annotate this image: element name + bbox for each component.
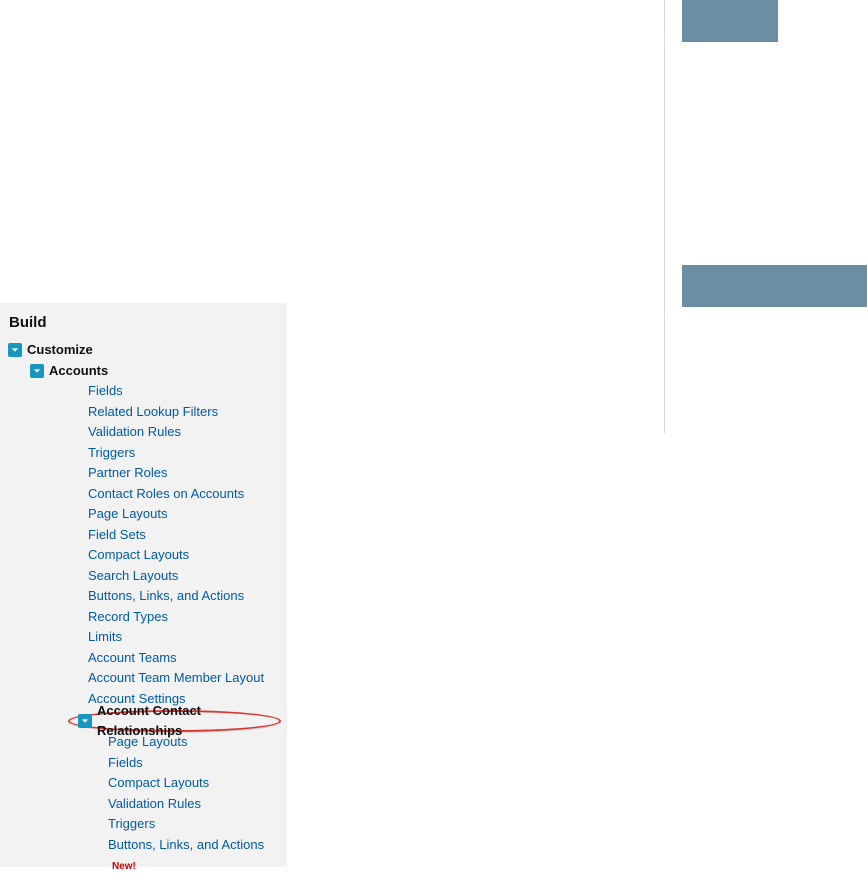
- right-panel-header-block: [682, 0, 778, 42]
- chevron-down-icon: [30, 364, 44, 378]
- nav-link-validation-rules[interactable]: Validation Rules: [88, 424, 181, 439]
- nav-link-page-layouts[interactable]: Page Layouts: [88, 506, 168, 521]
- nav-link-related-lookup-filters[interactable]: Related Lookup Filters: [88, 404, 218, 419]
- tree-label: Customize: [27, 340, 93, 361]
- chevron-down-icon: [78, 714, 92, 728]
- tree-node-accounts[interactable]: Accounts: [30, 361, 281, 382]
- section-title-build: Build: [9, 314, 281, 331]
- nav-link-compact-layouts[interactable]: Compact Layouts: [88, 547, 189, 562]
- nav-link-acr-fields[interactable]: Fields: [108, 755, 143, 770]
- nav-link-acr-compact-layouts[interactable]: Compact Layouts: [108, 775, 209, 790]
- nav-link-acr-validation-rules[interactable]: Validation Rules: [108, 796, 201, 811]
- nav-link-acr-triggers[interactable]: Triggers: [108, 816, 155, 831]
- setup-sidebar: Build Customize Accounts: [0, 303, 287, 867]
- nav-link-contact-roles-on-accounts[interactable]: Contact Roles on Accounts: [88, 486, 244, 501]
- nav-link-account-teams[interactable]: Account Teams: [88, 650, 177, 665]
- chevron-down-icon: [8, 343, 22, 357]
- tree-node-account-contact-relationships[interactable]: Account Contact Relationships: [78, 701, 271, 742]
- tree-node-customize[interactable]: Customize: [8, 340, 281, 361]
- nav-link-record-types[interactable]: Record Types: [88, 609, 168, 624]
- nav-link-buttons-links-actions[interactable]: Buttons, Links, and Actions: [88, 588, 244, 603]
- nav-link-partner-roles[interactable]: Partner Roles: [88, 465, 167, 480]
- nav-link-triggers[interactable]: Triggers: [88, 445, 135, 460]
- nav-link-account-team-member-layout[interactable]: Account Team Member Layout: [88, 670, 264, 685]
- tree-label: Account Contact Relationships: [97, 701, 271, 742]
- tree-label: Accounts: [49, 361, 108, 382]
- right-panel-section-block: [682, 265, 867, 307]
- nav-link-search-layouts[interactable]: Search Layouts: [88, 568, 178, 583]
- nav-link-acr-buttons-links-actions[interactable]: Buttons, Links, and Actions: [108, 837, 264, 852]
- right-content-column: [664, 0, 867, 433]
- nav-link-limits[interactable]: Limits: [88, 629, 122, 644]
- highlight-oval: Account Contact Relationships: [68, 710, 281, 732]
- nav-link-fields[interactable]: Fields: [88, 383, 123, 398]
- nav-link-field-sets[interactable]: Field Sets: [88, 527, 146, 542]
